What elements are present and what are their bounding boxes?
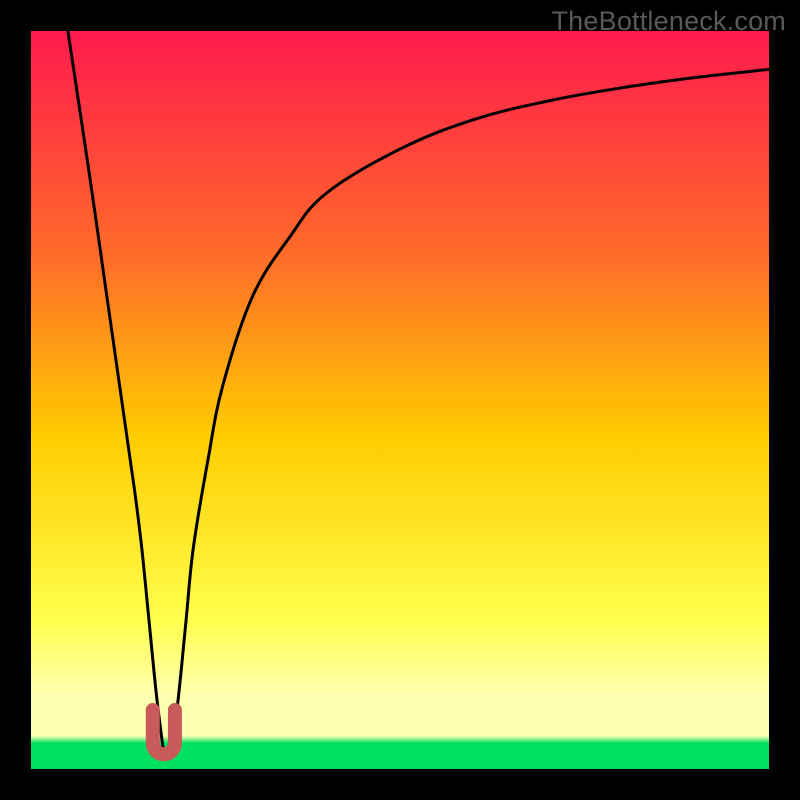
bottleneck-curve-right (164, 69, 769, 759)
minimum-u-marker (153, 710, 175, 754)
watermark-text: TheBottleneck.com (551, 6, 786, 37)
outer-black-frame: TheBottleneck.com (0, 0, 800, 800)
plot-area (31, 31, 769, 769)
curve-layer (31, 31, 769, 769)
bottleneck-curve-left (68, 31, 164, 754)
